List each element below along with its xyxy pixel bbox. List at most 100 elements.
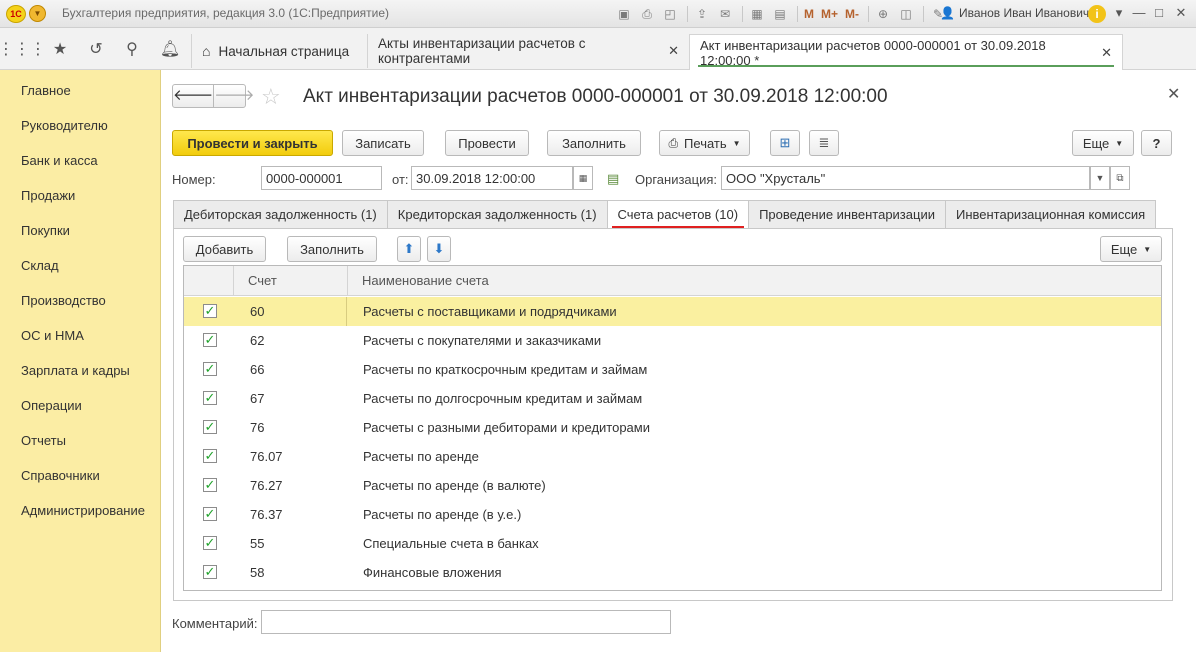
calculator-icon[interactable]: ▦ xyxy=(747,4,767,24)
close-form-icon[interactable]: ✕ xyxy=(1167,84,1180,104)
table-row[interactable]: ✓ 76.07 Расчеты по аренде xyxy=(184,442,1161,471)
table-row[interactable]: ✓ 67 Расчеты по долгосрочным кредитам и … xyxy=(184,384,1161,413)
row-checkbox[interactable]: ✓ xyxy=(203,536,217,550)
upload-icon[interactable]: ⇪ xyxy=(692,4,712,24)
calendar-picker-icon[interactable]: ▦ xyxy=(573,166,593,190)
back-arrow-icon[interactable]: 🡐 xyxy=(173,85,213,107)
main-menu-button[interactable]: ▼ xyxy=(29,5,46,22)
column-header-account-name[interactable]: Наименование счета xyxy=(347,266,1161,296)
table-row[interactable]: ✓ 55 Специальные счета в банках xyxy=(184,529,1161,558)
move-down-icon[interactable]: ⬇ xyxy=(427,236,451,262)
sidebar-item-manager[interactable]: Руководителю xyxy=(21,118,108,133)
sidebar-item-sales[interactable]: Продажи xyxy=(21,188,75,203)
calendar-icon[interactable]: ▤ xyxy=(770,4,790,24)
sidebar-item-catalogs[interactable]: Справочники xyxy=(21,468,100,483)
structure-icon[interactable]: ⊞ xyxy=(770,130,800,156)
print-icon[interactable]: ⎙ xyxy=(637,4,657,24)
maximize-button[interactable]: □ xyxy=(1148,3,1170,23)
sidebar-item-production[interactable]: Производство xyxy=(21,293,106,308)
row-checkbox[interactable]: ✓ xyxy=(203,478,217,492)
add-row-button[interactable]: Добавить xyxy=(183,236,266,262)
window-menu-icon[interactable]: ▾ xyxy=(1108,3,1130,23)
sections-grid-icon[interactable]: ⋮⋮⋮ xyxy=(0,28,46,70)
account-code: 66 xyxy=(250,362,265,377)
move-up-icon[interactable]: ⬆ xyxy=(397,236,421,262)
info-icon[interactable]: i xyxy=(1088,5,1106,23)
table-row[interactable]: ✓ 76.37 Расчеты по аренде (в у.е.) xyxy=(184,500,1161,529)
row-checkbox[interactable]: ✓ xyxy=(203,304,217,318)
table-row[interactable]: ✓ 76 Расчеты с разными дебиторами и кред… xyxy=(184,413,1161,442)
row-checkbox[interactable]: ✓ xyxy=(203,420,217,434)
row-checkbox[interactable]: ✓ xyxy=(203,391,217,405)
date-field[interactable]: 30.09.2018 12:00:00 xyxy=(411,166,573,190)
comment-label: Комментарий: xyxy=(172,616,258,631)
sidebar-item-purchases[interactable]: Покупки xyxy=(21,223,70,238)
table-more-button[interactable]: Еще ▼ xyxy=(1100,236,1162,262)
table-row[interactable]: ✓ 60 Расчеты с поставщиками и подрядчика… xyxy=(184,297,1161,326)
document-journal-icon[interactable]: ≣ xyxy=(809,130,839,156)
row-checkbox[interactable]: ✓ xyxy=(203,333,217,347)
close-tab-icon[interactable]: ✕ xyxy=(668,43,679,59)
forward-arrow-icon[interactable]: 🡒 xyxy=(213,85,254,107)
sidebar-item-main[interactable]: Главное xyxy=(21,83,71,98)
row-checkbox[interactable]: ✓ xyxy=(203,449,217,463)
zoom-icon[interactable]: ⊕ xyxy=(873,4,893,24)
table-row[interactable]: ✓ 76.27 Расчеты по аренде (в валюте) xyxy=(184,471,1161,500)
organization-dropdown-icon[interactable]: ▼ xyxy=(1090,166,1110,190)
sidebar-item-fixed-assets[interactable]: ОС и НМА xyxy=(21,328,84,343)
sidebar-item-operations[interactable]: Операции xyxy=(21,398,82,413)
favorites-star-icon[interactable]: ★ xyxy=(42,28,78,70)
tab-inventory-acts-list[interactable]: Акты инвентаризации расчетов с контраген… xyxy=(367,34,689,68)
close-tab-icon[interactable]: ✕ xyxy=(1101,45,1112,61)
organization-open-icon[interactable]: ⧉ xyxy=(1110,166,1130,190)
tab-payables[interactable]: Кредиторская задолженность (1) xyxy=(386,200,607,229)
sidebar-item-salary[interactable]: Зарплата и кадры xyxy=(21,363,130,378)
row-checkbox[interactable]: ✓ xyxy=(203,565,217,579)
number-field[interactable]: 0000-000001 xyxy=(261,166,382,190)
save-button[interactable]: Записать xyxy=(342,130,424,156)
post-and-close-button[interactable]: Провести и закрыть xyxy=(172,130,333,156)
sidebar-item-administration[interactable]: Администрирование xyxy=(21,503,145,518)
user-menu[interactable]: 👤 Иванов Иван Иванович xyxy=(940,6,1089,20)
tab-inventory-act[interactable]: Акт инвентаризации расчетов 0000-000001 … xyxy=(689,34,1123,70)
document-form: 🡐 🡒 ☆ Акт инвентаризации расчетов 0000-0… xyxy=(161,70,1196,652)
tab-label: Счета расчетов (10) xyxy=(617,207,739,222)
panels-icon[interactable]: ◫ xyxy=(896,4,916,24)
memory-plus-button[interactable]: M+ xyxy=(819,4,840,24)
post-button[interactable]: Провести xyxy=(445,130,529,156)
fill-button[interactable]: Заполнить xyxy=(547,130,641,156)
more-button[interactable]: Еще ▼ xyxy=(1072,130,1134,156)
row-checkbox[interactable]: ✓ xyxy=(203,507,217,521)
document-status-icon[interactable]: ▤ xyxy=(607,171,619,187)
sidebar-item-warehouse[interactable]: Склад xyxy=(21,258,59,273)
tab-home[interactable]: ⌂ Начальная страница xyxy=(191,34,367,68)
tab-settlement-accounts[interactable]: Счета расчетов (10) xyxy=(606,200,749,229)
notifications-bell-icon[interactable]: 🔔︎ xyxy=(152,28,188,70)
close-window-button[interactable]: ✕ xyxy=(1170,3,1192,23)
memory-m-button[interactable]: M xyxy=(802,4,816,24)
sidebar-item-bank-cash[interactable]: Банк и касса xyxy=(21,153,98,168)
mail-icon[interactable]: ✉ xyxy=(715,4,735,24)
table-row[interactable]: ✓ 66 Расчеты по краткосрочным кредитам и… xyxy=(184,355,1161,384)
memory-minus-button[interactable]: M- xyxy=(843,4,861,24)
save-icon[interactable]: ▣ xyxy=(614,4,634,24)
history-icon[interactable]: ↺ xyxy=(78,28,114,70)
favorite-star-icon[interactable]: ☆ xyxy=(261,84,281,110)
comment-field[interactable] xyxy=(261,610,671,634)
tab-inventory-posting[interactable]: Проведение инвентаризации xyxy=(748,200,945,229)
print-button[interactable]: ⎙ Печать ▼ xyxy=(659,130,750,156)
table-row[interactable]: ✓ 58 Финансовые вложения xyxy=(184,558,1161,587)
minimize-button[interactable]: — xyxy=(1128,3,1150,23)
preview-icon[interactable]: ◰ xyxy=(660,4,680,24)
print-label: Печать xyxy=(684,135,727,151)
search-icon[interactable]: ⚲ xyxy=(114,28,150,70)
column-header-account[interactable]: Счет xyxy=(233,266,348,296)
organization-field[interactable]: ООО "Хрусталь" xyxy=(721,166,1090,190)
row-checkbox[interactable]: ✓ xyxy=(203,362,217,376)
fill-table-button[interactable]: Заполнить xyxy=(287,236,377,262)
table-row[interactable]: ✓ 62 Расчеты с покупателями и заказчикам… xyxy=(184,326,1161,355)
help-button[interactable]: ? xyxy=(1141,130,1172,156)
tab-inventory-commission[interactable]: Инвентаризационная комиссия xyxy=(944,200,1157,229)
sidebar-item-reports[interactable]: Отчеты xyxy=(21,433,66,448)
tab-receivables[interactable]: Дебиторская задолженность (1) xyxy=(173,200,387,229)
